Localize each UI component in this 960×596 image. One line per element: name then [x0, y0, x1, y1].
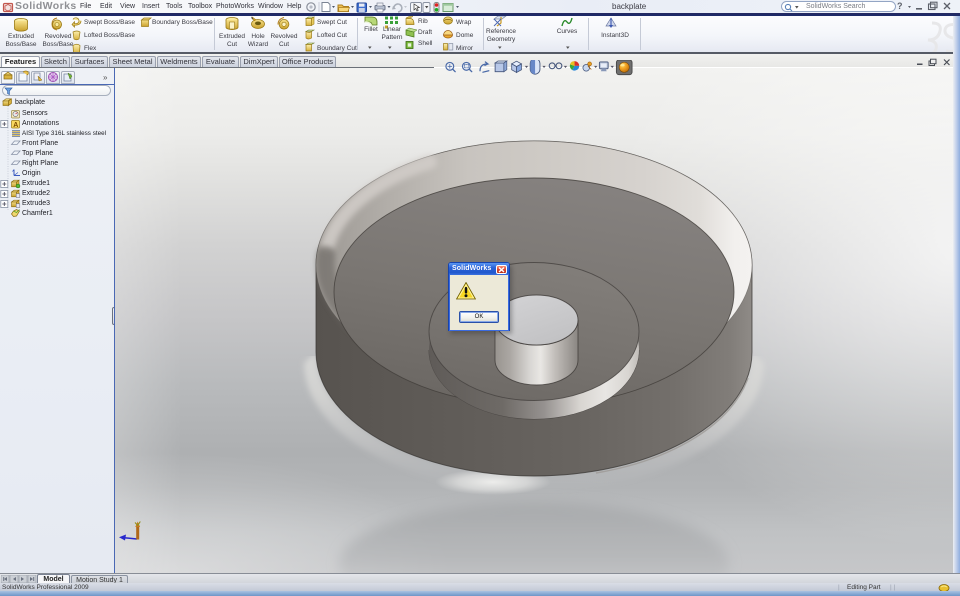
svg-text:A: A [13, 122, 18, 129]
